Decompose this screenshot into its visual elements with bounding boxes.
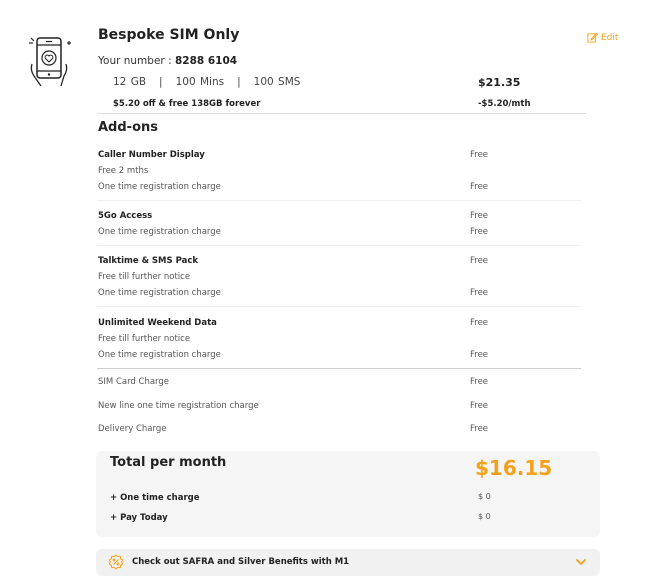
charge-value: Free: [470, 424, 489, 434]
addon-sub: Free till further notice: [98, 334, 191, 344]
edit-label: Edit: [601, 32, 619, 43]
addon-reg-value: Free: [470, 288, 489, 298]
charge-delivery: Delivery Charge Free: [98, 424, 582, 434]
plan-promo: $5.20 off & free 138GB forever: [113, 99, 261, 109]
separator: [97, 245, 581, 246]
charge-value: Free: [470, 401, 489, 411]
number-label: Your number :: [98, 55, 175, 67]
charge-sim-card: SIM Card Charge Free: [98, 377, 582, 387]
separator: [97, 306, 581, 307]
edit-icon: [587, 32, 598, 43]
addon-reg-label: One time registration charge: [98, 350, 221, 360]
addon-caller-number-display: Caller Number Display Free Free 2 mths On…: [98, 147, 582, 195]
addon-name: 5Go Access: [98, 211, 153, 221]
charge-label: New line one time registration charge: [98, 401, 259, 411]
addon-value: Free: [470, 318, 489, 328]
separator: [97, 200, 581, 201]
divider: [97, 113, 586, 114]
charge-label: SIM Card Charge: [98, 377, 170, 387]
plan-specs: 12 GB | 100 Mins | 100 SMS: [113, 76, 301, 88]
charge-label: Delivery Charge: [98, 424, 167, 434]
one-time-charge-value: $ 0: [478, 492, 491, 501]
addon-value: Free: [470, 211, 489, 221]
addon-value: Free: [470, 256, 489, 266]
charge-new-line-registration: New line one time registration charge Fre…: [98, 401, 582, 411]
chevron-down-icon[interactable]: [575, 557, 587, 567]
total-per-month-label: Total per month: [110, 455, 227, 470]
addon-name: Unlimited Weekend Data: [98, 318, 217, 328]
addon-5go-access: 5Go Access Free One time registration cha…: [98, 208, 582, 240]
addon-reg-value: Free: [470, 227, 489, 237]
plan-title: Bespoke SIM Only: [98, 27, 240, 43]
number-value: 8288 6104: [174, 55, 238, 67]
addon-reg-label: One time registration charge: [98, 182, 221, 192]
phone-number-row: Your number : 8288 6104: [98, 55, 237, 67]
addon-sub: Free 2 mths: [98, 166, 149, 176]
addon-reg-label: One time registration charge: [98, 227, 221, 237]
charge-value: Free: [470, 377, 489, 387]
addon-talktime-sms-pack: Talktime & SMS Pack Free Free till furthe…: [98, 253, 582, 301]
addon-unlimited-weekend-data: Unlimited Weekend Data Free Free till fur…: [98, 315, 582, 363]
edit-button[interactable]: Edit: [587, 32, 618, 43]
plan-price: $21.35: [478, 76, 521, 89]
one-time-charge-label: + One time charge: [110, 493, 200, 503]
pay-today-value: $ 0: [478, 512, 491, 521]
addon-value: Free: [470, 150, 489, 160]
addon-reg-label: One time registration charge: [98, 288, 221, 298]
addon-sub: Free till further notice: [98, 272, 191, 282]
pay-today-label: + Pay Today: [110, 513, 168, 523]
addon-reg-value: Free: [470, 350, 489, 360]
addon-name: Talktime & SMS Pack: [98, 256, 199, 266]
benefits-label: Check out SAFRA and Silver Benefits with…: [132, 557, 350, 567]
addon-name: Caller Number Display: [98, 150, 205, 160]
separator: [97, 368, 581, 369]
addons-title: Add-ons: [98, 120, 158, 135]
phone-heart-icon: [29, 37, 71, 87]
addon-reg-value: Free: [470, 182, 489, 192]
discount-badge-icon: [108, 554, 124, 570]
total-per-month-value: $16.15: [475, 456, 553, 480]
plan-discount: -$5.20/mth: [478, 99, 531, 109]
